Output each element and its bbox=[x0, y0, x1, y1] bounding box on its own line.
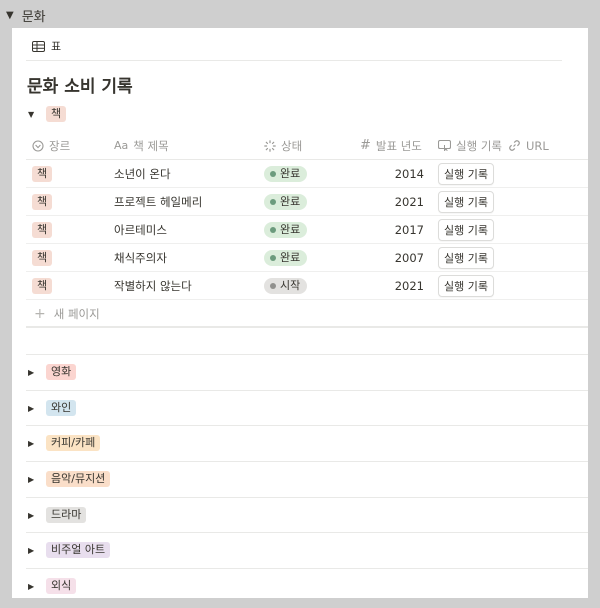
status-dot-icon bbox=[270, 226, 276, 233]
group-collapse-triangle-icon[interactable]: ▶ bbox=[28, 511, 46, 520]
database-panel: 표 문화 소비 기록 ▼ 책 장르 Aa 책 제목 상태 # 발표 년도 실행 … bbox=[12, 28, 588, 598]
toggle-triangle-icon[interactable]: ▼ bbox=[6, 10, 14, 21]
database-title[interactable]: 문화 소비 기록 bbox=[27, 72, 133, 97]
page-toggle-title: 문화 bbox=[21, 9, 46, 25]
group-collapse-triangle-icon[interactable]: ▶ bbox=[28, 439, 46, 448]
status-dot-icon bbox=[270, 198, 276, 205]
group-divider bbox=[26, 425, 588, 426]
status-badge: 시작 bbox=[264, 277, 308, 294]
url-cell[interactable] bbox=[508, 160, 588, 187]
table-row[interactable]: 책 작별하지 않는다 시작 2021 실행 기록 bbox=[26, 272, 588, 300]
book-title[interactable]: 작별하지 않는다 bbox=[112, 272, 262, 299]
title-text-icon: Aa bbox=[114, 139, 129, 152]
url-cell[interactable] bbox=[508, 188, 588, 215]
column-header-genre[interactable]: 장르 bbox=[26, 132, 112, 159]
column-header-year[interactable]: # 발표 년도 bbox=[344, 132, 426, 159]
group-collapse-triangle-icon[interactable]: ▶ bbox=[28, 582, 46, 591]
log-action-button[interactable]: 실행 기록 bbox=[438, 190, 494, 213]
group-divider bbox=[26, 532, 588, 533]
status-dot-icon bbox=[270, 170, 276, 177]
group-header-book[interactable]: ▼ 책 bbox=[28, 104, 67, 124]
column-header-title[interactable]: Aa 책 제목 bbox=[112, 132, 262, 159]
table-row[interactable]: 책 채식주의자 완료 2007 실행 기록 bbox=[26, 244, 588, 272]
genre-tag: 책 bbox=[32, 165, 53, 182]
url-cell[interactable] bbox=[508, 244, 588, 271]
new-page-button[interactable]: + 새 페이지 bbox=[26, 300, 588, 328]
column-header-action[interactable]: 실행 기록 bbox=[426, 132, 508, 159]
genre-tag: 책 bbox=[32, 277, 53, 294]
group-tag: 커피/카페 bbox=[46, 435, 101, 451]
column-header-url[interactable]: URL bbox=[508, 132, 588, 159]
group-tag: 와인 bbox=[46, 400, 77, 416]
number-icon: # bbox=[360, 138, 371, 153]
select-icon bbox=[32, 139, 44, 152]
group-collapse-triangle-icon[interactable]: ▶ bbox=[28, 404, 46, 413]
book-title[interactable]: 채식주의자 bbox=[112, 244, 262, 271]
status-badge: 완료 bbox=[264, 249, 308, 266]
group-collapse-triangle-icon[interactable]: ▶ bbox=[28, 475, 46, 484]
log-action-button[interactable]: 실행 기록 bbox=[438, 162, 494, 185]
group-header-music[interactable]: ▶ 음악/뮤지션 bbox=[28, 469, 111, 489]
group-tag: 외식 bbox=[46, 578, 77, 594]
url-cell[interactable] bbox=[508, 216, 588, 243]
button-icon bbox=[438, 140, 451, 151]
year-value: 2017 bbox=[394, 222, 424, 237]
group-divider bbox=[26, 497, 588, 498]
group-header-wine[interactable]: ▶ 와인 bbox=[28, 398, 77, 418]
page-toggle-header[interactable]: ▼ 문화 bbox=[6, 6, 46, 25]
group-divider bbox=[26, 326, 588, 327]
table-row[interactable]: 책 소년이 온다 완료 2014 실행 기록 bbox=[26, 160, 588, 188]
view-tab-label: 표 bbox=[51, 40, 62, 53]
year-value: 2007 bbox=[394, 250, 424, 265]
view-tab-table[interactable]: 표 bbox=[32, 38, 61, 54]
status-badge: 완료 bbox=[264, 165, 308, 182]
group-divider bbox=[26, 354, 588, 355]
status-badge: 완료 bbox=[264, 221, 308, 238]
status-icon bbox=[264, 139, 276, 152]
year-value: 2021 bbox=[394, 194, 424, 209]
log-action-button[interactable]: 실행 기록 bbox=[438, 246, 494, 269]
genre-tag: 책 bbox=[32, 221, 53, 238]
group-expand-triangle-icon[interactable]: ▼ bbox=[28, 110, 46, 119]
group-tag: 드라마 bbox=[46, 507, 87, 523]
group-divider bbox=[26, 461, 588, 462]
group-header-dining[interactable]: ▶ 외식 bbox=[28, 576, 77, 596]
group-tag: 음악/뮤지션 bbox=[46, 471, 111, 487]
book-title[interactable]: 아르테미스 bbox=[112, 216, 262, 243]
group-tag: 비주얼 아트 bbox=[46, 542, 111, 558]
table-row[interactable]: 책 아르테미스 완료 2017 실행 기록 bbox=[26, 216, 588, 244]
log-action-button[interactable]: 실행 기록 bbox=[438, 274, 494, 297]
group-collapse-triangle-icon[interactable]: ▶ bbox=[28, 368, 46, 377]
status-dot-icon bbox=[270, 282, 276, 289]
table-row[interactable]: 책 프로젝트 헤일메리 완료 2021 실행 기록 bbox=[26, 188, 588, 216]
log-action-button[interactable]: 실행 기록 bbox=[438, 218, 494, 241]
plus-icon: + bbox=[34, 305, 46, 322]
group-tag: 책 bbox=[46, 106, 67, 122]
link-icon bbox=[509, 140, 520, 151]
table-icon bbox=[32, 40, 45, 52]
genre-tag: 책 bbox=[32, 249, 53, 266]
view-tab-divider bbox=[26, 60, 562, 61]
status-dot-icon bbox=[270, 254, 276, 261]
group-divider bbox=[26, 568, 588, 569]
year-value: 2021 bbox=[394, 278, 424, 293]
group-header-drama[interactable]: ▶ 드라마 bbox=[28, 505, 87, 525]
url-cell[interactable] bbox=[508, 272, 588, 299]
column-header-status[interactable]: 상태 bbox=[262, 132, 344, 159]
table-header-row: 장르 Aa 책 제목 상태 # 발표 년도 실행 기록 URL bbox=[26, 132, 588, 160]
group-header-movie[interactable]: ▶ 영화 bbox=[28, 362, 77, 382]
table-body: 책 소년이 온다 완료 2014 실행 기록 책 프로젝트 헤일메리 완료 20… bbox=[26, 160, 588, 300]
database-table: 장르 Aa 책 제목 상태 # 발표 년도 실행 기록 URL 책 소년이 온다… bbox=[26, 132, 588, 328]
group-header-visual-art[interactable]: ▶ 비주얼 아트 bbox=[28, 540, 111, 560]
group-divider bbox=[26, 390, 588, 391]
group-header-coffee[interactable]: ▶ 커피/카페 bbox=[28, 433, 101, 453]
genre-tag: 책 bbox=[32, 193, 53, 210]
year-value: 2014 bbox=[394, 166, 424, 181]
book-title[interactable]: 프로젝트 헤일메리 bbox=[112, 188, 262, 215]
group-collapse-triangle-icon[interactable]: ▶ bbox=[28, 546, 46, 555]
book-title[interactable]: 소년이 온다 bbox=[112, 160, 262, 187]
status-badge: 완료 bbox=[264, 193, 308, 210]
group-tag: 영화 bbox=[46, 364, 77, 380]
